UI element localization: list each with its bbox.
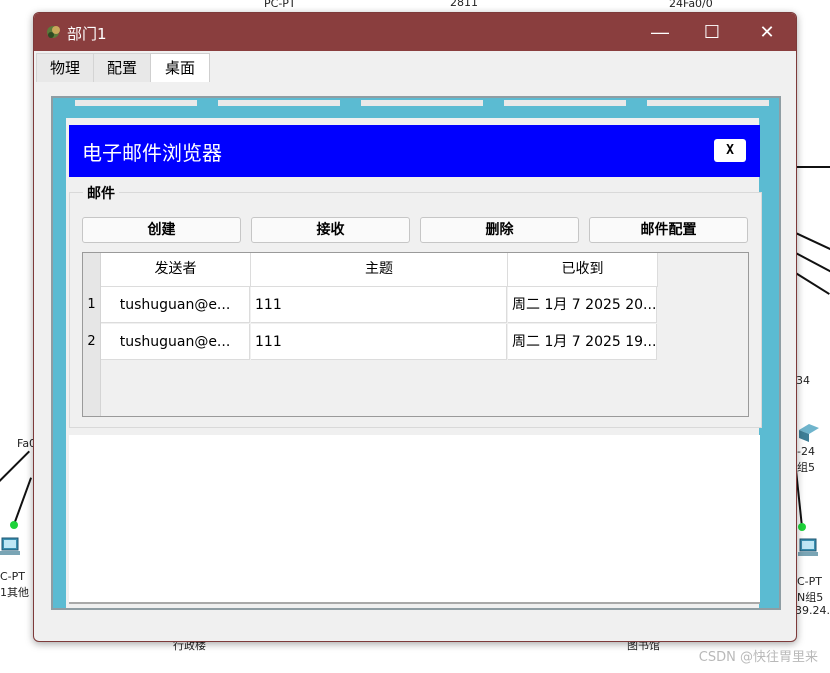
cell-subject[interactable]: 111 bbox=[251, 287, 507, 323]
watermark: CSDN @快往胃里来 bbox=[698, 650, 818, 665]
row-number: 2 bbox=[87, 334, 96, 349]
tab-bar: 物理 配置 桌面 bbox=[34, 52, 796, 82]
link-line bbox=[795, 232, 830, 251]
device-label: C-PT bbox=[0, 570, 26, 583]
app-logo-icon bbox=[47, 26, 60, 38]
ip-label: 39.24. bbox=[795, 604, 830, 617]
column-header-subject[interactable]: 主题 bbox=[251, 253, 508, 287]
desktop-app-tile[interactable] bbox=[504, 100, 626, 106]
device-label: PC-PT bbox=[264, 0, 296, 10]
desktop-app-tile[interactable] bbox=[647, 100, 769, 106]
minimize-button[interactable]: — bbox=[636, 13, 684, 51]
mail-preview-pane[interactable] bbox=[69, 435, 760, 604]
email-browser: 电子邮件浏览器 X 邮件 创建 接收 删除 邮件配置 发送者 主题 已收到 1 … bbox=[66, 118, 762, 608]
cell-sender[interactable]: tushuguan@e... bbox=[101, 287, 250, 323]
mail-config-button[interactable]: 邮件配置 bbox=[589, 217, 748, 243]
email-browser-title: 电子邮件浏览器 bbox=[82, 141, 222, 165]
device-window: 部门1 — ☐ ✕ 物理 配置 桌面 电子邮件浏览器 X 邮件 创建 接收 删除… bbox=[33, 12, 797, 642]
device-label: 组5 bbox=[797, 461, 815, 474]
email-browser-header: 电子邮件浏览器 X bbox=[69, 125, 760, 177]
cell-subject[interactable]: 111 bbox=[251, 324, 507, 360]
cell-sender[interactable]: tushuguan@e... bbox=[101, 324, 250, 360]
minimize-icon: — bbox=[651, 21, 669, 42]
compose-button[interactable]: 创建 bbox=[82, 217, 241, 243]
link-line bbox=[795, 252, 830, 273]
port-label: 24Fa0/0 bbox=[669, 0, 713, 10]
link-line bbox=[794, 272, 830, 295]
cell-received[interactable]: 周二 1月 7 2025 20... bbox=[508, 287, 657, 323]
maximize-icon: ☐ bbox=[703, 21, 721, 42]
desktop-app-tile[interactable] bbox=[75, 100, 197, 106]
tab-physical[interactable]: 物理 bbox=[36, 53, 94, 82]
device-label: 1其他 bbox=[0, 586, 29, 599]
switch-icon[interactable] bbox=[797, 422, 819, 442]
close-icon: ✕ bbox=[759, 21, 775, 42]
mail-group: 邮件 创建 接收 删除 邮件配置 发送者 主题 已收到 1 tushuguan@… bbox=[69, 183, 762, 428]
row-number: 1 bbox=[87, 297, 96, 312]
link-status-dot bbox=[10, 521, 18, 529]
device-label: C-PT bbox=[797, 575, 823, 588]
device-label: 2811 bbox=[450, 0, 478, 9]
port-label: 34 bbox=[796, 374, 810, 387]
email-close-button[interactable]: X bbox=[714, 139, 746, 162]
device-label: -24 bbox=[797, 445, 815, 458]
tab-desktop[interactable]: 桌面 bbox=[150, 53, 210, 82]
mail-group-title: 邮件 bbox=[83, 183, 119, 203]
link-line bbox=[13, 477, 32, 525]
close-button[interactable]: ✕ bbox=[743, 13, 791, 51]
maximize-button[interactable]: ☐ bbox=[688, 13, 736, 51]
window-title: 部门1 bbox=[67, 25, 107, 43]
column-header-received[interactable]: 已收到 bbox=[508, 253, 658, 287]
column-header-sender[interactable]: 发送者 bbox=[101, 253, 251, 287]
title-bar[interactable]: 部门1 — ☐ ✕ bbox=[34, 13, 796, 51]
link-line bbox=[796, 166, 830, 168]
pc-icon[interactable] bbox=[798, 538, 820, 558]
receive-button[interactable]: 接收 bbox=[251, 217, 410, 243]
desktop-app-tile[interactable] bbox=[218, 100, 340, 106]
device-label: N组5 bbox=[797, 591, 824, 604]
mail-table: 发送者 主题 已收到 1 tushuguan@e... 111 周二 1月 7 … bbox=[82, 252, 749, 417]
desktop-app-tile[interactable] bbox=[361, 100, 483, 106]
cell-received[interactable]: 周二 1月 7 2025 19... bbox=[508, 324, 657, 360]
desktop-panel: 电子邮件浏览器 X 邮件 创建 接收 删除 邮件配置 发送者 主题 已收到 1 … bbox=[51, 96, 781, 610]
tab-config[interactable]: 配置 bbox=[93, 53, 151, 82]
pc-icon[interactable] bbox=[0, 537, 22, 557]
link-status-dot bbox=[798, 523, 806, 531]
delete-button[interactable]: 删除 bbox=[420, 217, 579, 243]
